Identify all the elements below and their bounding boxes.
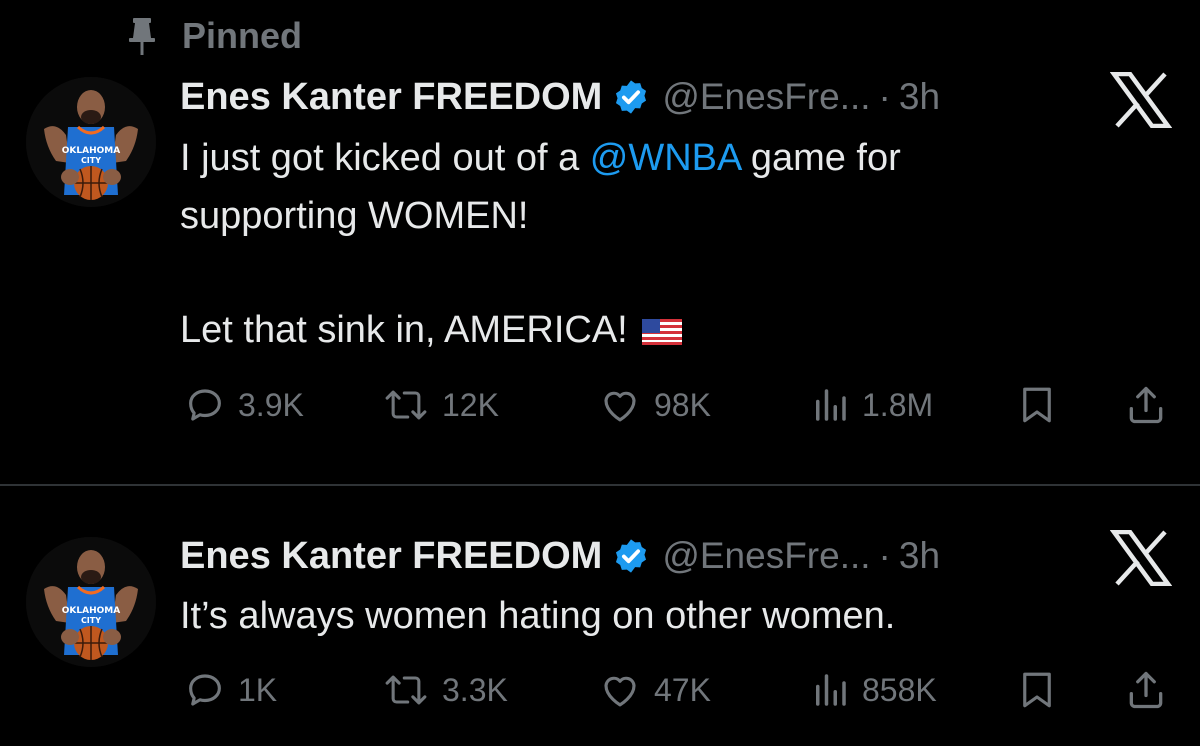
avatar[interactable]: OKLAHOMA CITY: [26, 537, 156, 667]
tweet-text-line: It’s always women hating on other women.: [180, 595, 896, 637]
verified-badge-icon: [616, 539, 647, 573]
verified-badge-icon: [616, 80, 647, 114]
reply-button[interactable]: 3.9K: [184, 377, 304, 433]
tweet-header: Enes Kanter FREEDOM @EnesFre... · 3h: [180, 72, 940, 122]
tweet-text-line: I just got kicked out of a @WNBA game fo…: [180, 132, 901, 184]
tweet-actions-bar: 3.9K 12K 98K 1.8M: [0, 377, 1200, 433]
tweet-text-line: Let that sink in, AMERICA!: [180, 304, 682, 356]
bookmark-button[interactable]: [1016, 662, 1070, 718]
bookmark-button[interactable]: [1016, 377, 1070, 433]
reply-button[interactable]: 1K: [184, 662, 277, 718]
heart-icon: [604, 391, 636, 422]
view-count: 858K: [862, 671, 937, 708]
reply-icon: [189, 674, 221, 706]
tweet-card[interactable]: OKLAHOMA CITY Enes Kanter FREEDOM @EnesF…: [0, 0, 1200, 484]
views-icon: [816, 674, 846, 706]
x-logo-icon: [1110, 72, 1172, 128]
header-separator: ·: [878, 535, 891, 576]
retweet-count: 3.3K: [442, 671, 508, 708]
author-name[interactable]: Enes Kanter FREEDOM: [180, 76, 602, 119]
tweet-text-line: supporting WOMEN!: [180, 195, 529, 237]
share-button[interactable]: [1124, 377, 1180, 433]
views-button[interactable]: 858K: [810, 662, 937, 718]
tweet-text-segment: Let that sink in, AMERICA!: [180, 309, 628, 351]
author-name[interactable]: Enes Kanter FREEDOM: [180, 535, 602, 578]
tweet-header: Enes Kanter FREEDOM @EnesFre... · 3h: [180, 531, 940, 581]
reply-icon: [189, 389, 221, 421]
like-button[interactable]: 98K: [598, 377, 711, 433]
jersey-text-1: OKLAHOMA: [62, 146, 120, 156]
tweet-timestamp[interactable]: 3h: [899, 535, 940, 577]
tweet-card[interactable]: OKLAHOMA CITY Enes Kanter FREEDOM @EnesF…: [0, 486, 1200, 746]
tweet-text-segment: game for: [740, 137, 901, 179]
view-count: 1.8M: [862, 386, 934, 423]
share-icon: [1129, 386, 1163, 424]
us-flag-icon: [641, 318, 682, 345]
header-separator: ·: [878, 76, 891, 117]
views-icon: [816, 389, 846, 421]
author-handle[interactable]: @EnesFre...: [662, 76, 870, 118]
heart-icon: [604, 676, 636, 707]
jersey-text-2: CITY: [81, 616, 101, 625]
retweet-button[interactable]: 12K: [382, 377, 499, 433]
bookmark-icon: [1023, 672, 1051, 708]
retweet-icon: [385, 390, 427, 420]
reply-count: 1K: [238, 671, 278, 708]
tweet-text-segment: I just got kicked out of a: [180, 137, 590, 179]
share-button[interactable]: [1124, 662, 1180, 718]
retweet-button[interactable]: 3.3K: [382, 662, 508, 718]
author-handle[interactable]: @EnesFre...: [662, 535, 870, 577]
jersey-text-2: CITY: [81, 156, 101, 165]
tweet-timestamp[interactable]: 3h: [899, 76, 940, 118]
views-button[interactable]: 1.8M: [810, 377, 933, 433]
retweet-icon: [385, 675, 427, 705]
retweet-count: 12K: [442, 386, 499, 423]
jersey-text-1: OKLAHOMA: [62, 606, 120, 616]
share-icon: [1129, 671, 1163, 709]
like-count: 98K: [654, 386, 711, 423]
like-button[interactable]: 47K: [598, 662, 711, 718]
mention-link[interactable]: @WNBA: [590, 137, 740, 179]
like-count: 47K: [654, 671, 711, 708]
tweet-actions-bar: 1K 3.3K 47K 858K: [0, 662, 1200, 718]
avatar[interactable]: OKLAHOMA CITY: [26, 77, 156, 207]
reply-count: 3.9K: [238, 386, 304, 423]
x-logo-icon: [1110, 530, 1172, 586]
bookmark-icon: [1023, 387, 1051, 423]
